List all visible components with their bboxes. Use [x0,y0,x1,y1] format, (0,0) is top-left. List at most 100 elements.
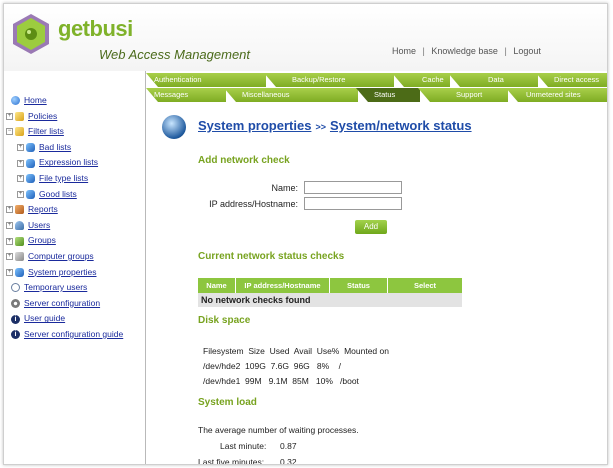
computer-icon [15,252,24,262]
folder-icon [15,111,24,121]
brand-tagline: Web Access Management [99,47,251,62]
collapse-icon[interactable]: − [6,128,13,136]
tab-direct-access[interactable]: Direct access [536,73,607,87]
sidebar-item-good-lists[interactable]: + Good lists [4,187,145,203]
main-content: Authentication Backup/Restore Cache Data… [146,71,607,465]
tab-authentication[interactable]: Authentication [146,73,266,87]
tab-row-1: Authentication Backup/Restore Cache Data… [146,73,607,88]
gear-icon [11,298,20,308]
add-button[interactable]: Add [355,220,387,234]
cube-icon [26,189,35,199]
column-header-name[interactable]: Name [198,278,236,293]
system-load-title: System load [198,397,257,408]
sidebar-item-label[interactable]: Temporary users [24,282,87,292]
disk-space-title: Disk space [198,315,251,326]
top-link-knowledge-base[interactable]: Knowledge base [431,46,498,56]
header: getbusi Web Access Management Home | Kno… [4,4,607,71]
expand-icon[interactable]: + [17,190,24,198]
sidebar-item-computer-groups[interactable]: + Computer groups [4,249,145,265]
sidebar-item-groups[interactable]: + Groups [4,233,145,249]
expand-icon[interactable]: + [6,222,13,229]
expand-icon[interactable]: + [6,206,13,214]
last-five-minutes-value: 0.32 [280,457,297,465]
disk-space-header: Filesystem Size Used Avail Use% Mounted … [203,346,389,356]
host-field[interactable] [304,197,402,210]
sidebar-item-label[interactable]: File type lists [39,173,88,183]
top-link-separator: | [504,46,507,56]
tab-cache[interactable]: Cache [392,73,450,87]
tab-miscellaneous[interactable]: Miscellaneous [224,88,358,102]
sidebar-item-temporary-users[interactable]: Temporary users [4,280,145,296]
column-header-host[interactable]: IP address/Hostname [236,278,330,293]
sidebar-item-file-type-lists[interactable]: + File type lists [4,171,145,187]
network-checks-table: Name IP address/Hostname Status Select N… [198,278,462,307]
sidebar-item-label[interactable]: Server configuration guide [24,329,123,339]
sidebar-item-label[interactable]: Expression lists [39,157,98,167]
expand-icon[interactable]: + [17,175,24,183]
sidebar-item-policies[interactable]: + Policies [4,109,145,125]
name-field[interactable] [304,181,402,194]
table-empty-row: No network checks found [198,293,462,307]
sidebar-item-expression-lists[interactable]: + Expression lists [4,155,145,171]
sidebar-item-label[interactable]: Home [24,95,47,105]
sidebar-item-label[interactable]: Reports [28,204,58,214]
sidebar-item-user-guide[interactable]: i User guide [4,311,145,327]
user-icon [15,221,24,230]
sidebar: Home + Policies − Filter lists + Bad lists … [4,71,146,464]
last-minute-value: 0.87 [280,441,297,451]
sidebar-item-label[interactable]: Computer groups [28,251,94,261]
disk-row: /dev/hde1 99M 9.1M 85M 10% /boot [203,376,359,386]
sidebar-item-label[interactable]: Policies [28,111,57,121]
sidebar-item-label[interactable]: Server configuration [24,298,100,308]
brand-name: getbusi [58,16,133,41]
tab-support[interactable]: Support [418,88,508,102]
expand-icon[interactable]: + [6,253,13,261]
current-checks-title: Current network status checks [198,251,345,262]
sidebar-item-label[interactable]: Good lists [39,189,77,199]
top-links: Home | Knowledge base | Logout [392,46,541,56]
breadcrumb: System properties >> System/network status [198,118,472,133]
sidebar-item-label[interactable]: Users [28,220,50,230]
globe-icon [162,115,186,139]
sidebar-item-label[interactable]: Bad lists [39,142,71,152]
sidebar-item-users[interactable]: + Users [4,218,145,234]
sidebar-item-reports[interactable]: + Reports [4,202,145,218]
sidebar-item-filter-lists[interactable]: − Filter lists [4,124,145,140]
top-link-home[interactable]: Home [392,46,416,56]
folder-icon [15,127,24,137]
sidebar-item-home[interactable]: Home [4,93,145,109]
info-icon: i [11,314,20,324]
tab-status[interactable]: Status [356,88,420,102]
sidebar-item-server-configuration-guide[interactable]: i Server configuration guide [4,327,145,343]
sidebar-item-server-configuration[interactable]: Server configuration [4,296,145,312]
logo-icon [13,14,49,54]
breadcrumb-system-properties[interactable]: System properties [198,118,311,133]
expand-icon[interactable]: + [17,144,24,152]
sidebar-item-label[interactable]: Filter lists [28,126,64,136]
clock-icon [11,283,20,293]
tab-row-2: Messages Miscellaneous Status Support Un… [146,88,607,103]
report-icon [15,205,24,215]
tab-data[interactable]: Data [448,73,538,87]
sidebar-item-system-properties[interactable]: + System properties [4,265,145,281]
cube-icon [26,174,35,184]
tab-backup-restore[interactable]: Backup/Restore [264,73,394,87]
tab-messages[interactable]: Messages [146,88,226,102]
sidebar-item-bad-lists[interactable]: + Bad lists [4,140,145,156]
expand-icon[interactable]: + [6,237,13,245]
breadcrumb-separator: >> [315,122,326,132]
add-check-title: Add network check [198,155,290,166]
expand-icon[interactable]: + [6,112,13,120]
sidebar-item-label[interactable]: Groups [28,235,56,245]
column-header-select[interactable]: Select [388,278,462,293]
sidebar-item-label[interactable]: User guide [24,313,65,323]
sidebar-item-label[interactable]: System properties [28,267,97,277]
expand-icon[interactable]: + [17,159,24,167]
column-header-status[interactable]: Status [330,278,388,293]
cube-icon [26,143,35,153]
top-link-logout[interactable]: Logout [513,46,541,56]
breadcrumb-current[interactable]: System/network status [330,118,472,133]
expand-icon[interactable]: + [6,268,13,276]
tab-unmetered-sites[interactable]: Unmetered sites [506,88,607,102]
info-icon: i [11,330,20,340]
